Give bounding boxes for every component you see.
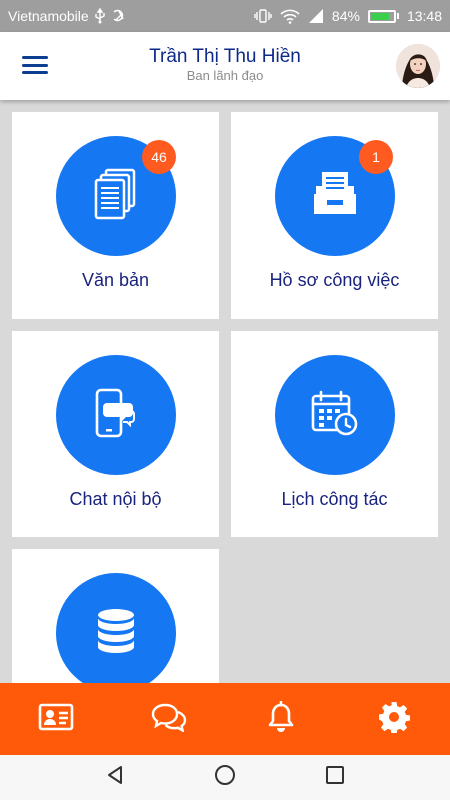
phone-chat-icon — [93, 388, 139, 443]
status-bar: Vietnamobile 84% 13:48 — [0, 0, 450, 32]
home-circle-icon — [213, 763, 237, 792]
system-recents-button[interactable] — [315, 758, 355, 798]
database-icon — [96, 608, 136, 659]
usb-icon — [94, 8, 106, 24]
nav-contacts[interactable] — [26, 689, 86, 749]
carrier-name: Vietnamobile — [8, 8, 89, 24]
recents-square-icon — [325, 765, 345, 790]
tile-label: Hồ sơ công việc — [269, 270, 400, 290]
system-home-button[interactable] — [205, 758, 245, 798]
tile-label: Chat nội bộ — [69, 489, 162, 509]
user-role: Ban lãnh đạo — [186, 68, 264, 83]
battery-percent: 84% — [331, 8, 360, 24]
system-nav-bar — [0, 755, 450, 800]
status-time: 13:48 — [406, 8, 442, 24]
tile-icon-circle — [274, 355, 395, 475]
user-name: Trần Thị Thu Hiền — [149, 46, 301, 67]
battery-icon — [367, 9, 399, 23]
bottom-nav — [0, 683, 450, 755]
nav-notifications[interactable] — [251, 689, 311, 749]
gear-icon — [378, 701, 410, 738]
signal-icon — [308, 8, 324, 24]
ho-so-badge: 1 — [359, 140, 393, 174]
chat-bubbles-icon — [151, 702, 187, 737]
calendar-clock-icon — [310, 389, 360, 442]
documents-icon — [92, 168, 140, 225]
app-notification-icon — [111, 8, 127, 24]
nav-chat[interactable] — [139, 689, 199, 749]
tile-van-ban[interactable]: 46 Văn bản — [12, 112, 219, 319]
back-triangle-icon — [104, 764, 126, 791]
nav-settings[interactable] — [364, 689, 424, 749]
tile-icon-circle — [55, 355, 176, 475]
van-ban-badge: 46 — [142, 140, 176, 174]
tile-label: Lịch công tác — [281, 489, 388, 509]
contact-card-icon — [38, 703, 74, 736]
tile-label: Văn bản — [81, 270, 150, 290]
tile-chat-noi-bo[interactable]: Chat nội bộ — [12, 331, 219, 537]
user-info: Trần Thị Thu Hiền Ban lãnh đạo — [0, 46, 450, 84]
wifi-icon — [280, 8, 300, 24]
app-header: Trần Thị Thu Hiền Ban lãnh đạo — [0, 32, 450, 100]
file-drawer-icon — [310, 170, 360, 223]
vibrate-icon — [254, 8, 272, 24]
tile-lich-cong-tac[interactable]: Lịch công tác — [231, 331, 438, 537]
user-avatar[interactable] — [396, 44, 440, 88]
tile-ho-so-cong-viec[interactable]: 1 Hồ sơ công việc — [231, 112, 438, 319]
system-back-button[interactable] — [95, 758, 135, 798]
bell-icon — [266, 700, 296, 738]
tile-icon-circle — [55, 573, 176, 693]
